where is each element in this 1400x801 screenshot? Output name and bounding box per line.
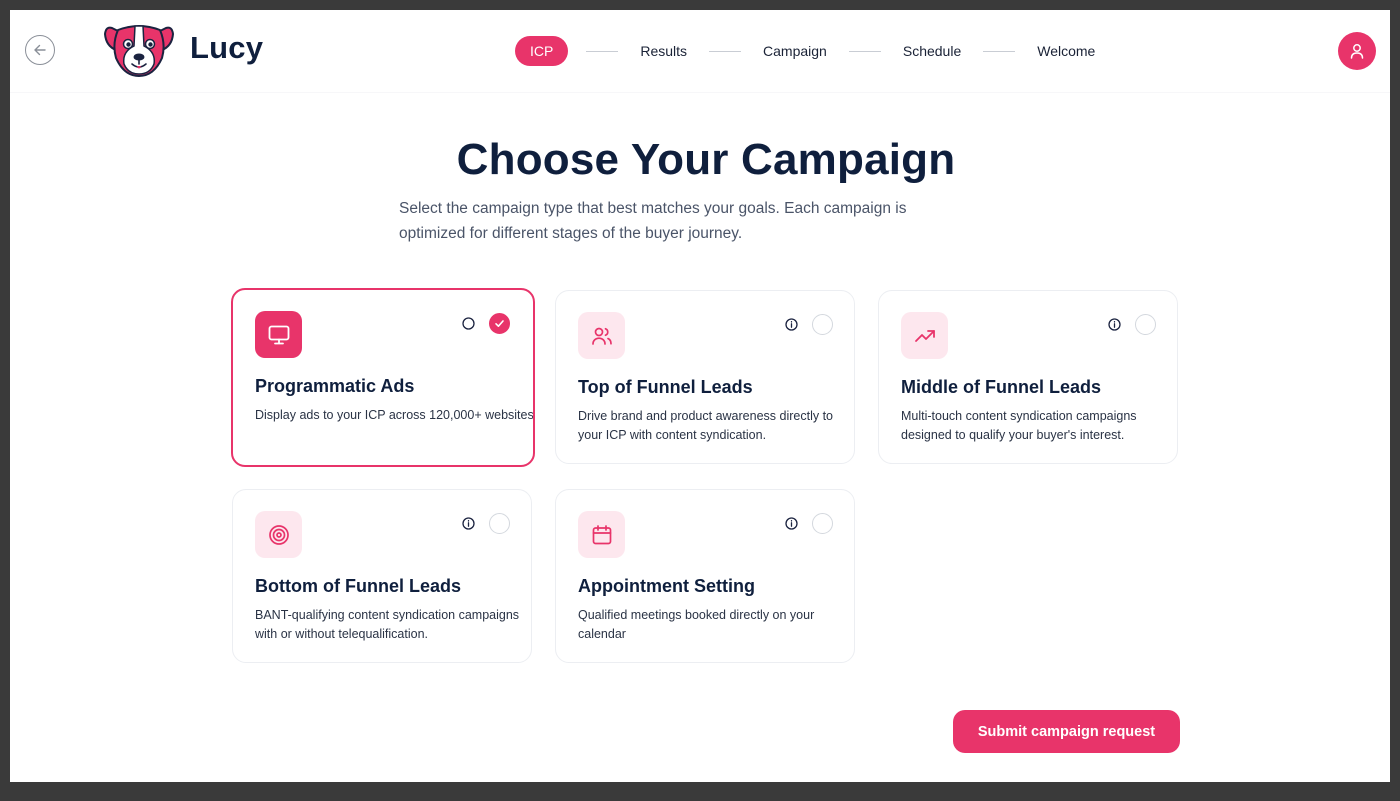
- info-icon[interactable]: [462, 517, 475, 530]
- monitor-icon: [268, 325, 289, 344]
- info-icon[interactable]: [785, 517, 798, 530]
- campaign-card-top-of-funnel[interactable]: Top of Funnel Leads Drive brand and prod…: [555, 290, 855, 464]
- step-divider: [586, 50, 619, 52]
- user-menu-button[interactable]: [1338, 32, 1376, 70]
- card-select-radio[interactable]: [489, 313, 510, 334]
- card-description: Qualified meetings booked directly on yo…: [578, 608, 815, 641]
- step-welcome[interactable]: Welcome: [1033, 43, 1099, 59]
- card-title: Appointment Setting: [578, 576, 755, 596]
- info-icon[interactable]: [1108, 318, 1121, 331]
- app-window: Lucy ICP Results Campaign Schedule Welco…: [10, 10, 1390, 782]
- campaign-card-bottom-of-funnel[interactable]: Bottom of Funnel Leads BANT-qualifying c…: [232, 489, 532, 663]
- card-title: Programmatic Ads: [255, 376, 415, 396]
- campaign-card-middle-of-funnel[interactable]: Middle of Funnel Leads Multi-touch conte…: [878, 290, 1178, 464]
- card-select-radio[interactable]: [489, 513, 510, 534]
- back-button[interactable]: [25, 35, 55, 65]
- card-select-radio[interactable]: [812, 314, 833, 335]
- page-subtitle: Select the campaign type that best match…: [399, 200, 907, 242]
- brand-name: Lucy: [190, 30, 264, 65]
- calendar-icon: [592, 524, 611, 544]
- step-icp[interactable]: ICP: [515, 36, 569, 66]
- card-icon-container: [578, 511, 625, 558]
- step-campaign[interactable]: Campaign: [759, 43, 831, 59]
- trending-up-icon: [914, 329, 935, 342]
- card-title: Middle of Funnel Leads: [901, 377, 1102, 397]
- step-divider: [848, 50, 881, 52]
- card-icon-container: [901, 312, 948, 359]
- header-divider: [10, 92, 1390, 93]
- step-results[interactable]: Results: [636, 43, 691, 59]
- progress-stepper: ICP Results Campaign Schedule Welcome: [515, 36, 1099, 66]
- campaign-card-programmatic-ads[interactable]: Programmatic Ads Display ads to your ICP…: [231, 288, 535, 467]
- step-divider: [709, 50, 742, 52]
- card-title: Bottom of Funnel Leads: [255, 576, 461, 596]
- users-icon: [591, 327, 612, 345]
- card-icon-container: [255, 511, 302, 558]
- dog-logo-icon: [104, 25, 174, 78]
- card-description: BANT-qualifying content syndication camp…: [255, 608, 520, 641]
- card-select-radio[interactable]: [1135, 314, 1156, 335]
- info-icon[interactable]: [462, 317, 475, 330]
- campaign-card-appointment-setting[interactable]: Appointment Setting Qualified meetings b…: [555, 489, 855, 663]
- arrow-left-icon: [34, 44, 46, 56]
- target-icon: [268, 524, 289, 545]
- card-description: Drive brand and product awareness direct…: [578, 409, 833, 442]
- page-title: Choose Your Campaign: [456, 135, 956, 184]
- card-description: Display ads to your ICP across 120,000+ …: [255, 408, 534, 422]
- card-icon-container: [255, 311, 302, 358]
- step-schedule[interactable]: Schedule: [899, 43, 965, 59]
- card-title: Top of Funnel Leads: [578, 377, 753, 397]
- submit-campaign-button[interactable]: Submit campaign request: [953, 710, 1180, 753]
- card-select-radio[interactable]: [812, 513, 833, 534]
- card-description: Multi-touch content syndication campaign…: [901, 409, 1137, 442]
- card-icon-container: [578, 312, 625, 359]
- step-divider: [983, 50, 1016, 52]
- user-icon: [1350, 44, 1364, 59]
- check-icon: [495, 320, 504, 327]
- info-icon[interactable]: [785, 318, 798, 331]
